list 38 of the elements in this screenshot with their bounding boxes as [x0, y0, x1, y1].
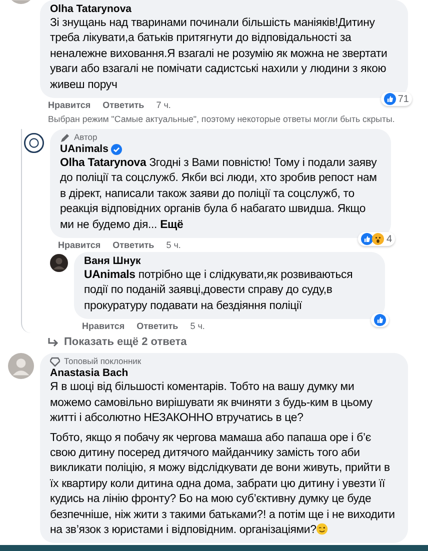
- action-link[interactable]: Нравится: [82, 321, 125, 332]
- action-link[interactable]: Ответить: [112, 240, 154, 250]
- badge-label: Топовый поклонник: [50, 356, 398, 368]
- reaction-count[interactable]: 71: [380, 92, 412, 106]
- wow-emoji-icon: [372, 233, 384, 246]
- badge-label: Автор: [60, 132, 381, 144]
- avatar-logo-icon[interactable]: [24, 133, 44, 154]
- like-icon: [361, 233, 374, 246]
- like-icon: [384, 93, 396, 106]
- timestamp: 5 ч.: [166, 240, 181, 250]
- like-icon: [374, 314, 386, 326]
- show-more-replies-link[interactable]: Показать ещё 2 ответа: [0, 333, 428, 354]
- action-link[interactable]: Нравится: [48, 100, 91, 110]
- reaction-count[interactable]: 4: [358, 232, 395, 246]
- avatar-silhouette-icon[interactable]: [50, 254, 68, 272]
- wink-emoji-icon: [316, 522, 328, 535]
- author-name[interactable]: Ваня Шнук: [84, 255, 375, 268]
- author-name[interactable]: Anastasia Bach: [50, 367, 398, 380]
- comment-text: Зі знущань над тваринами починали більшість маніяків!Дитину треба лікувати,а батьків притягнути до відповідальності за неналежне виховання.Я взагалі не розумію як можна не звертати уваги або взагалі не помічати садистські нахили у людини з якою живеш поруч: [50, 16, 388, 93]
- action-link[interactable]: Нравится: [58, 240, 101, 250]
- mention-link[interactable]: UAnimals: [84, 269, 136, 282]
- action-link[interactable]: Ответить: [136, 321, 178, 332]
- author-name[interactable]: Olha Tatarynova: [50, 3, 398, 16]
- reaction-count[interactable]: [371, 313, 389, 328]
- action-link[interactable]: Ответить: [102, 100, 144, 110]
- pencil-icon: [60, 132, 70, 143]
- mention-link[interactable]: Olha Tatarynova: [60, 157, 146, 170]
- comment-text: Тобто, якщо я побачу як чергова мамаша або папаша оре і б’є свою дитину посеред дитячого майданчику замість того аби викликати поліцію, я можу відслідкувати де вони живуть, прийти в їх квартиру коли дитина одна дома, забрати цю дитину і увезти її кудись на лінію фронту? Бо на мою суб’єктивну думку це буде безпечніше, ніж жити з такими батьками?! а потім ще і не виходити на зв’язок з юристами і відповідним. організаціями?: [50, 430, 396, 538]
- author-name[interactable]: UAnimals: [60, 143, 108, 156]
- timestamp: 7 ч.: [156, 100, 171, 110]
- see-more-link[interactable]: Ещё: [160, 218, 184, 231]
- comment-text: Я в шоці від більшості коментарів. Тобто на вашу думку ми можемо самовільно вирішувати як вчиняти з будь-ким в цьому житті і абсолютно НЕЗАКОННО втручатись в це?: [50, 380, 374, 426]
- comment-text: Olha Tatarynova Згодні з Вами повністю! Тому і подали заяву до поліції та соцслужб. Якби всі люди, хто зробив репост нам в дірект, написали також заяви до поліції та соцслужб, то реакція відповідних органів була б набагато швидша. Якщо ми не будемо дія... Ещё: [60, 156, 378, 233]
- reply-arrow-icon: [48, 337, 59, 348]
- comment-text: UAnimals потрібно ще і слідкувати,як розвиваються події по поданій заявці,довести справу до суду,в прокуратуру подавати на бездіяння поліції: [84, 268, 354, 314]
- timestamp: 5 ч.: [190, 321, 205, 332]
- filter-notice: Выбран режим "Самые актуальные", поэтому некоторые ответы могли быть скрыты.: [47, 113, 396, 126]
- diamond-icon: [50, 356, 60, 367]
